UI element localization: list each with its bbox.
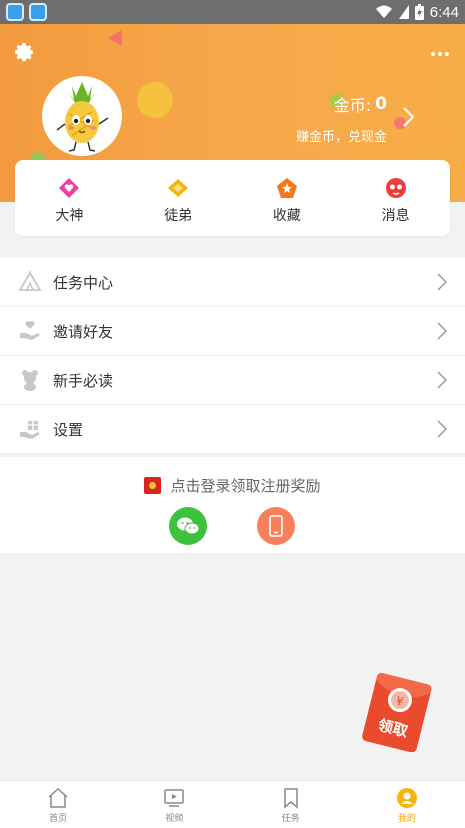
heart-diamond-icon	[59, 178, 80, 198]
quick-link-label: 收藏	[272, 208, 301, 224]
phone-login-button[interactable]	[257, 507, 295, 545]
menu-item-label: 新手必读	[53, 371, 114, 390]
status-bar: 6:44	[0, 0, 465, 24]
diamond-icon	[168, 179, 189, 197]
chevron-right-icon	[437, 420, 447, 438]
app-notification-icon	[29, 3, 47, 21]
message-icon	[385, 178, 406, 198]
menu-list: 任务中心 邀请好友 新手必读 设置	[0, 258, 465, 454]
earn-coins-link[interactable]: 赚金币，兑现金	[296, 126, 387, 145]
quick-link-apprentices[interactable]: 徒弟	[124, 160, 233, 236]
app-notification-icon	[6, 3, 24, 21]
status-indicators: 6:44	[375, 4, 459, 21]
menu-item-task-center[interactable]: 任务中心	[0, 258, 465, 307]
menu-item-label: 邀请好友	[53, 322, 114, 341]
nav-label: 我的	[397, 814, 416, 824]
profile-icon	[396, 788, 417, 808]
chevron-right-icon	[437, 273, 447, 291]
pineapple-mascot-icon	[56, 82, 109, 152]
quick-link-favorites[interactable]: 收藏	[233, 160, 342, 236]
coins-label: 金币:	[333, 96, 372, 115]
battery-icon	[414, 4, 424, 20]
quick-links-card: 大神 徒弟 收藏 消息	[15, 160, 450, 236]
tent-icon	[18, 271, 42, 291]
chevron-right-icon	[437, 322, 447, 340]
red-envelope-icon	[144, 477, 162, 494]
phone-icon	[269, 515, 283, 537]
hand-heart-icon	[20, 321, 40, 340]
coins-value: 0	[375, 94, 387, 114]
menu-item-beginner-guide[interactable]: 新手必读	[0, 356, 465, 405]
quick-link-label: 大神	[55, 208, 84, 224]
wifi-icon	[375, 5, 392, 18]
chevron-right-icon	[437, 371, 447, 389]
menu-item-settings[interactable]: 设置	[0, 405, 465, 454]
menu-item-invite-friends[interactable]: 邀请好友	[0, 307, 465, 356]
settings-gear-icon[interactable]	[12, 40, 36, 64]
signal-icon	[398, 5, 409, 19]
avatar[interactable]	[42, 76, 122, 156]
nav-label: 任务	[281, 814, 300, 824]
menu-item-label: 任务中心	[53, 273, 114, 292]
gift-hand-icon	[20, 421, 40, 439]
nav-label: 视频	[165, 814, 184, 824]
nav-tab-video[interactable]: 视频	[116, 781, 232, 828]
decor-circle	[137, 82, 173, 118]
quick-link-messages[interactable]: 消息	[341, 160, 450, 236]
red-packet-icon: ¥ 领取	[362, 672, 432, 753]
clock: 6:44	[429, 3, 459, 21]
coin-balance[interactable]: 金币: 0	[334, 92, 387, 116]
star-icon	[276, 178, 297, 198]
menu-item-label: 设置	[53, 420, 84, 439]
login-section: 点击登录领取注册奖励	[0, 457, 465, 553]
home-icon	[48, 787, 68, 808]
red-packet-claim-button[interactable]: ¥ 领取	[361, 672, 435, 753]
bookmark-icon	[283, 788, 298, 809]
wechat-icon	[177, 517, 200, 535]
wechat-login-button[interactable]	[169, 507, 207, 545]
decor-triangle	[108, 30, 122, 46]
login-reward-tip[interactable]: 点击登录领取注册奖励	[0, 475, 465, 496]
nav-label: 首页	[49, 814, 68, 824]
chevron-right-icon[interactable]	[401, 106, 415, 128]
quick-link-masters[interactable]: 大神	[15, 160, 124, 236]
more-options-icon[interactable]	[431, 52, 449, 56]
nav-tab-home[interactable]: 首页	[0, 781, 116, 828]
bear-icon	[22, 370, 38, 391]
quick-link-label: 消息	[381, 208, 410, 224]
video-icon	[164, 789, 185, 807]
quick-link-label: 徒弟	[164, 208, 193, 224]
nav-tab-tasks[interactable]: 任务	[233, 781, 349, 828]
nav-tab-mine[interactable]: 我的	[349, 781, 465, 828]
login-tip-text: 点击登录领取注册奖励	[170, 477, 321, 495]
bottom-nav: 首页 视频 任务 我的	[0, 780, 465, 828]
